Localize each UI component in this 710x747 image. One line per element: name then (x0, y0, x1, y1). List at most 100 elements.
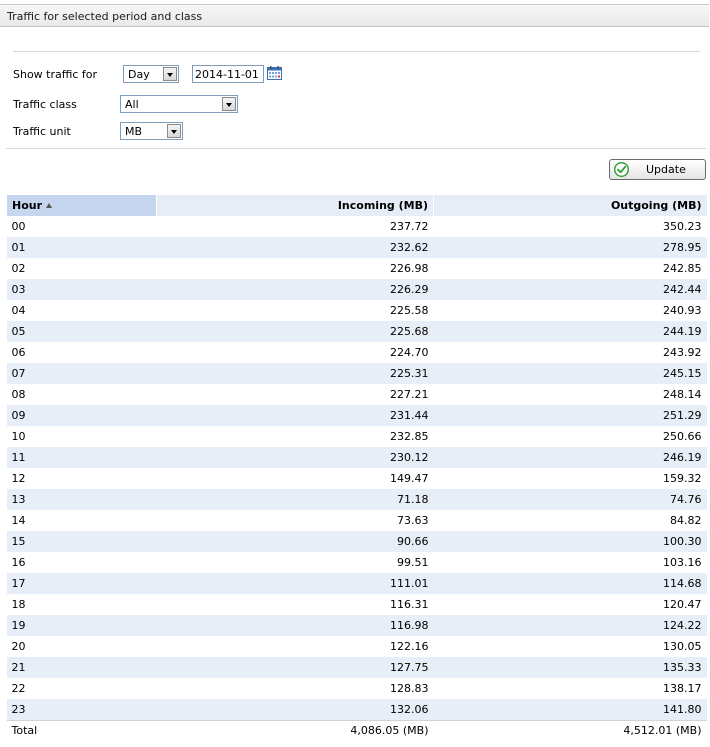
hour-cell: 16 (6, 552, 157, 573)
table-row[interactable]: 06 224.70 243.92 (6, 342, 707, 363)
table-row[interactable]: 21 127.75 135.33 (6, 657, 707, 678)
total-outgoing: 4,512.01 (MB) (433, 719, 707, 741)
calendar-icon[interactable] (267, 66, 282, 80)
hour-cell: 02 (6, 258, 157, 279)
outgoing-cell: 74.76 (433, 489, 707, 510)
incoming-cell: 99.51 (156, 552, 434, 573)
period-select-value: Day (128, 68, 150, 81)
incoming-cell: 226.29 (156, 279, 434, 300)
incoming-cell: 90.66 (156, 531, 434, 552)
traffic-class-label: Traffic class (13, 98, 77, 111)
outgoing-cell: 250.66 (433, 426, 707, 447)
incoming-cell: 232.62 (156, 237, 434, 258)
separator-top (13, 51, 700, 52)
chevron-down-icon[interactable] (222, 97, 236, 111)
incoming-cell: 226.98 (156, 258, 434, 279)
table-row[interactable]: 16 99.51 103.16 (6, 552, 707, 573)
outgoing-cell: 251.29 (433, 405, 707, 426)
outgoing-cell: 135.33 (433, 657, 707, 678)
separator-bottom (6, 148, 706, 149)
hour-cell: 23 (6, 699, 157, 720)
panel-title: Traffic for selected period and class (7, 10, 203, 23)
table-row[interactable]: 10 232.85 250.66 (6, 426, 707, 447)
incoming-cell: 230.12 (156, 447, 434, 468)
traffic-class-select[interactable]: All (120, 95, 238, 113)
outgoing-cell: 350.23 (433, 216, 707, 237)
traffic-unit-select-value: MB (125, 125, 143, 138)
outgoing-cell: 124.22 (433, 615, 707, 636)
table-row[interactable]: 12 149.47 159.32 (6, 468, 707, 489)
incoming-cell: 71.18 (156, 489, 434, 510)
table-row[interactable]: 02 226.98 242.85 (6, 258, 707, 279)
table-row[interactable]: 17 111.01 114.68 (6, 573, 707, 594)
hour-cell: 14 (6, 510, 157, 531)
outgoing-cell: 84.82 (433, 510, 707, 531)
update-button-label: Update (646, 163, 686, 176)
outgoing-cell: 159.32 (433, 468, 707, 489)
sort-ascending-icon (46, 203, 53, 208)
table-row[interactable]: 13 71.18 74.76 (6, 489, 707, 510)
table-row[interactable]: 05 225.68 244.19 (6, 321, 707, 342)
table-row[interactable]: 11 230.12 246.19 (6, 447, 707, 468)
traffic-unit-select[interactable]: MB (120, 122, 183, 140)
table-row[interactable]: 07 225.31 245.15 (6, 363, 707, 384)
traffic-table: Hour Incoming (MB) Outgoing (MB) 00 237.7… (6, 195, 707, 741)
column-header-incoming[interactable]: Incoming (MB) (156, 195, 434, 216)
total-row: Total 4,086.05 (MB) 4,512.01 (MB) (6, 719, 707, 741)
period-select[interactable]: Day (123, 65, 179, 83)
table-row[interactable]: 00 237.72 350.23 (6, 216, 707, 237)
checkmark-icon (614, 162, 629, 177)
date-input[interactable]: 2014-11-01 (192, 65, 264, 83)
column-header-outgoing[interactable]: Outgoing (MB) (433, 195, 707, 216)
table-row[interactable]: 15 90.66 100.30 (6, 531, 707, 552)
incoming-cell: 227.21 (156, 384, 434, 405)
table-row[interactable]: 03 226.29 242.44 (6, 279, 707, 300)
hour-cell: 20 (6, 636, 157, 657)
outgoing-cell: 103.16 (433, 552, 707, 573)
outgoing-cell: 243.92 (433, 342, 707, 363)
table-row[interactable]: 22 128.83 138.17 (6, 678, 707, 699)
chevron-down-icon[interactable] (167, 124, 181, 138)
incoming-cell: 116.98 (156, 615, 434, 636)
table-row[interactable]: 20 122.16 130.05 (6, 636, 707, 657)
table-row[interactable]: 01 232.62 278.95 (6, 237, 707, 258)
table-row[interactable]: 23 132.06 141.80 (6, 699, 707, 720)
hour-cell: 22 (6, 678, 157, 699)
hour-cell: 05 (6, 321, 157, 342)
outgoing-cell: 100.30 (433, 531, 707, 552)
hour-cell: 00 (6, 216, 157, 237)
hour-cell: 07 (6, 363, 157, 384)
hour-cell: 15 (6, 531, 157, 552)
hour-cell: 13 (6, 489, 157, 510)
outgoing-cell: 278.95 (433, 237, 707, 258)
chevron-down-icon[interactable] (163, 67, 177, 81)
date-input-value: 2014-11-01 (195, 68, 259, 81)
outgoing-cell: 242.85 (433, 258, 707, 279)
table-row[interactable]: 04 225.58 240.93 (6, 300, 707, 321)
outgoing-cell: 244.19 (433, 321, 707, 342)
outgoing-cell: 240.93 (433, 300, 707, 321)
traffic-class-select-value: All (125, 98, 139, 111)
table-row[interactable]: 14 73.63 84.82 (6, 510, 707, 531)
hour-cell: 19 (6, 615, 157, 636)
update-button[interactable]: Update (609, 159, 706, 180)
hour-cell: 17 (6, 573, 157, 594)
incoming-cell: 232.85 (156, 426, 434, 447)
hour-cell: 21 (6, 657, 157, 678)
outgoing-cell: 246.19 (433, 447, 707, 468)
outgoing-cell: 130.05 (433, 636, 707, 657)
table-row[interactable]: 08 227.21 248.14 (6, 384, 707, 405)
outgoing-cell: 138.17 (433, 678, 707, 699)
incoming-cell: 225.68 (156, 321, 434, 342)
incoming-cell: 149.47 (156, 468, 434, 489)
column-header-hour[interactable]: Hour (6, 195, 157, 216)
outgoing-cell: 141.80 (433, 699, 707, 720)
incoming-cell: 122.16 (156, 636, 434, 657)
table-row[interactable]: 09 231.44 251.29 (6, 405, 707, 426)
outgoing-cell: 242.44 (433, 279, 707, 300)
panel-header: Traffic for selected period and class (0, 4, 709, 27)
table-row[interactable]: 19 116.98 124.22 (6, 615, 707, 636)
outgoing-cell: 114.68 (433, 573, 707, 594)
table-row[interactable]: 18 116.31 120.47 (6, 594, 707, 615)
traffic-panel: Traffic for selected period and class Sh… (0, 0, 710, 747)
